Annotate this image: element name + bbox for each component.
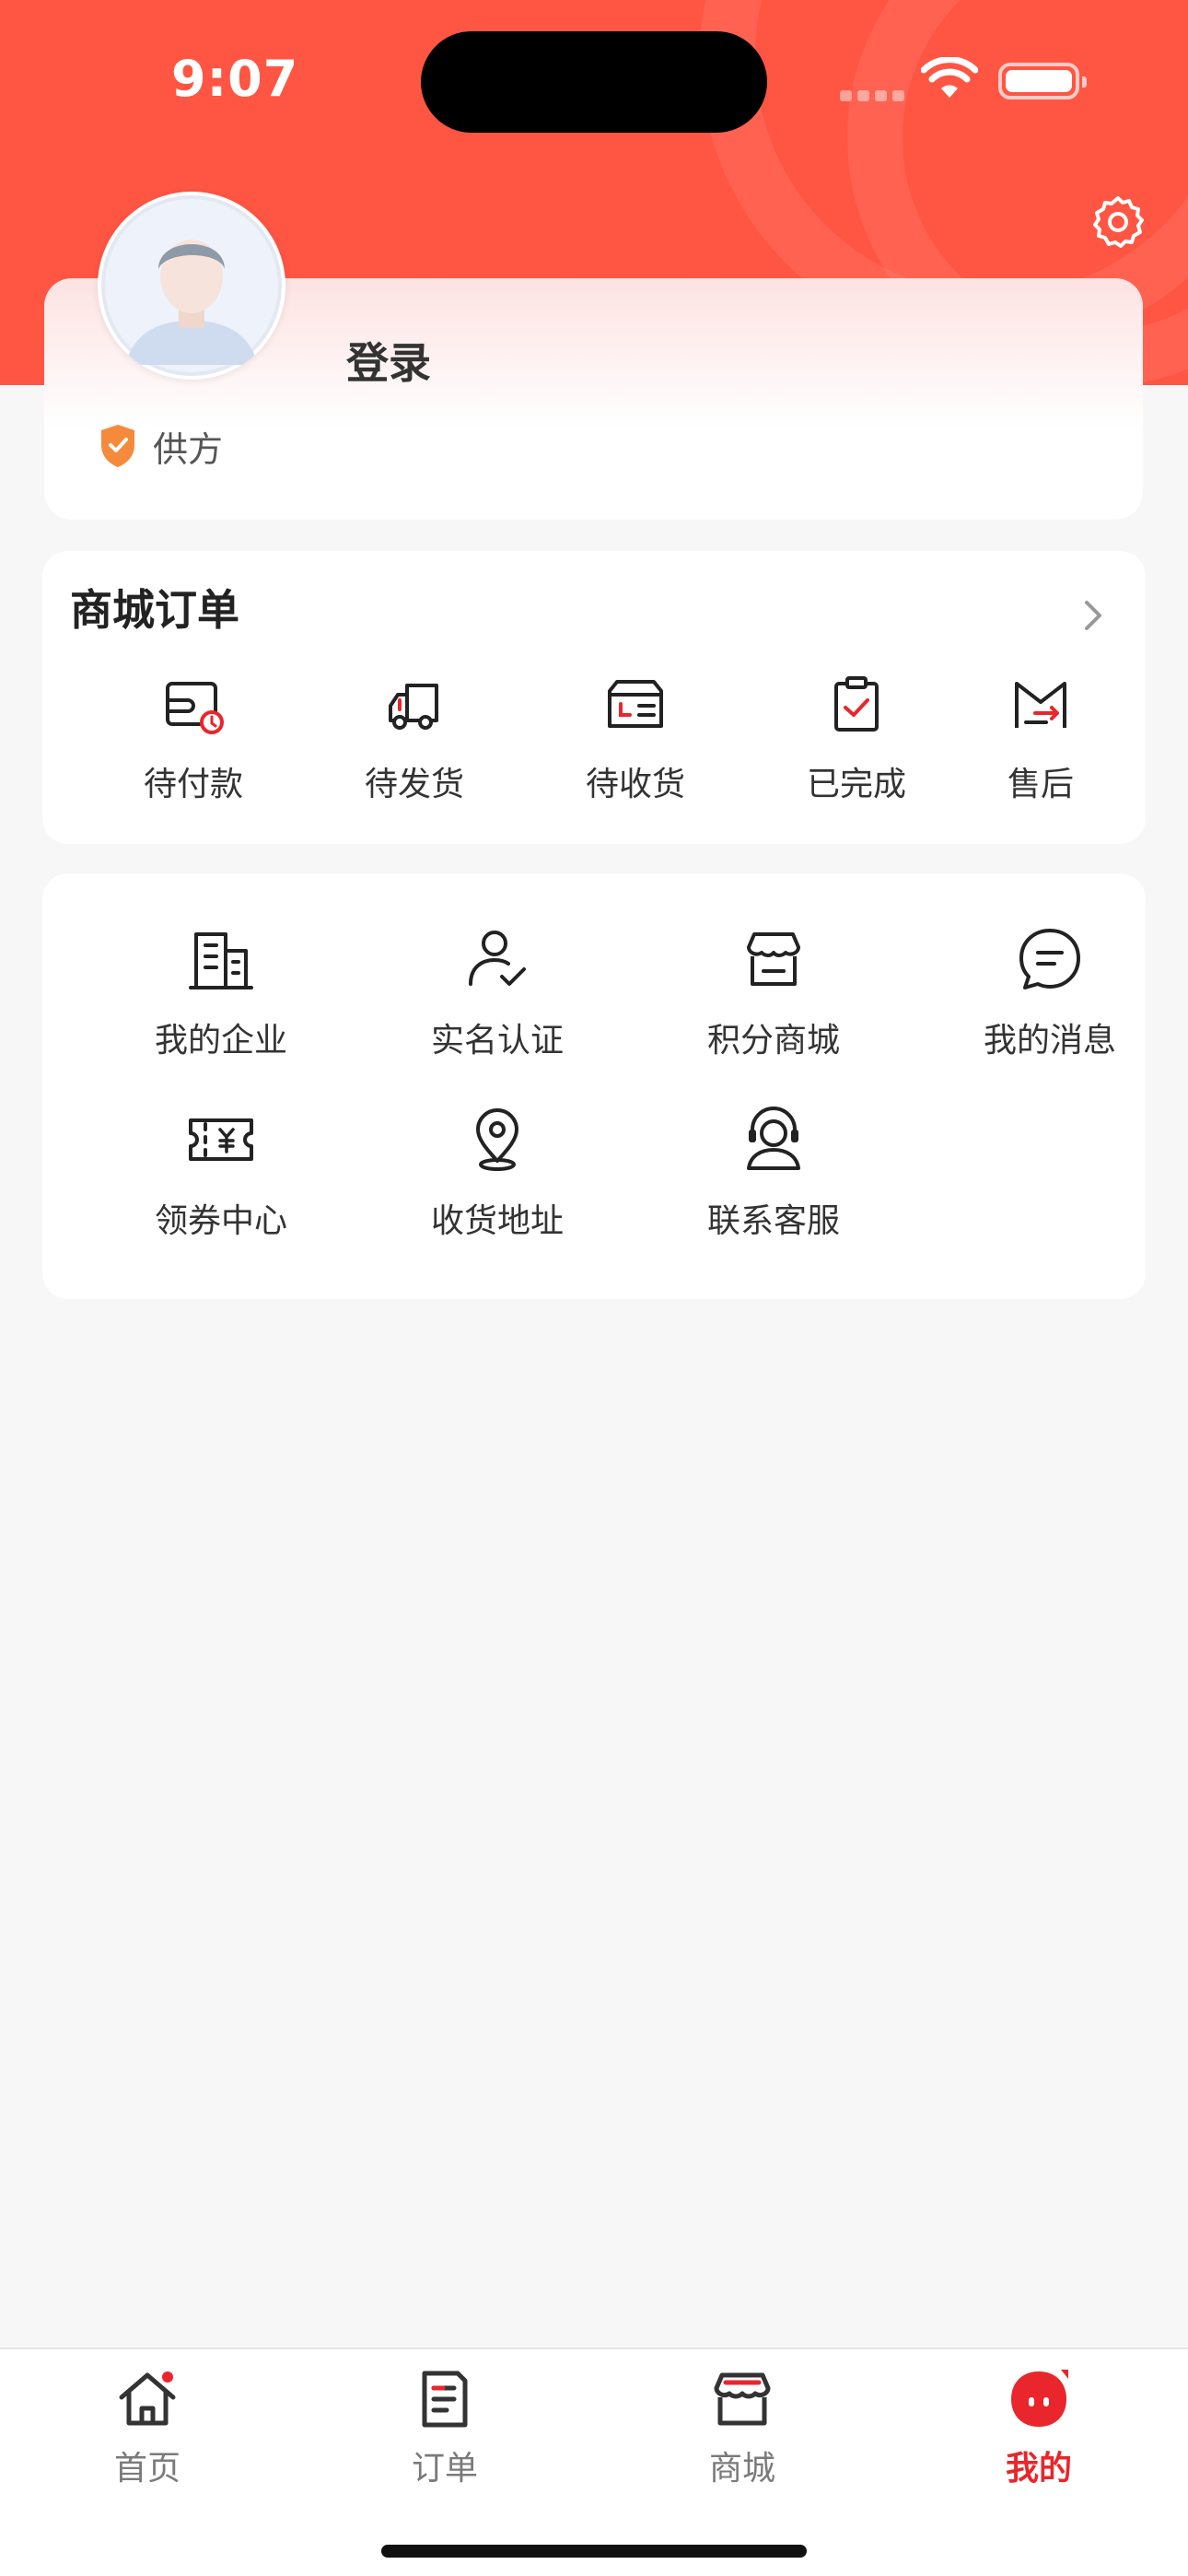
settings-gear-icon[interactable] <box>1089 193 1147 251</box>
order-completed[interactable]: 已完成 <box>746 673 967 820</box>
orders-title: 商城订单 <box>70 585 239 635</box>
login-link[interactable]: 登录 <box>346 330 431 391</box>
order-after-sales[interactable]: 售后 <box>967 673 1114 820</box>
avatar[interactable] <box>98 192 285 380</box>
default-avatar-icon <box>101 195 282 376</box>
shipping-address[interactable]: 收货地址 <box>359 1104 635 1260</box>
wifi-icon <box>921 57 978 98</box>
clipboard-check-icon <box>834 676 879 732</box>
tab-mine[interactable]: 我的 <box>947 2366 1131 2504</box>
refund-exchange-icon <box>1015 682 1066 728</box>
order-pending-payment[interactable]: 待付款 <box>83 673 304 820</box>
cellular-signal-icon <box>840 90 904 101</box>
my-enterprise[interactable]: 我的企业 <box>83 923 359 1080</box>
order-pending-receipt[interactable]: 待收货 <box>525 673 746 820</box>
profile-page: 9:07 登录 供方 商城订单 待付款 待发货 待收货 已完成 售后 我的企业 … <box>0 0 1188 2576</box>
shop-icon <box>714 2372 771 2426</box>
home-icon <box>119 2371 176 2426</box>
building-icon <box>189 932 253 989</box>
receive-box-icon <box>608 680 663 728</box>
tab-home[interactable]: 首页 <box>55 2366 239 2504</box>
real-name-verification[interactable]: 实名认证 <box>359 923 635 1080</box>
mall-orders-card: 商城订单 待付款 待发货 待收货 已完成 售后 <box>42 551 1146 844</box>
location-pin-icon <box>476 1108 518 1171</box>
coupon-center[interactable]: 领券中心 <box>83 1104 359 1260</box>
store-icon <box>747 932 800 986</box>
order-pending-shipment[interactable]: 待发货 <box>304 673 525 820</box>
battery-icon <box>998 63 1087 100</box>
status-time: 9:07 <box>171 50 299 108</box>
shield-check-icon <box>101 425 134 467</box>
role-badge: 供方 <box>98 420 223 472</box>
services-card: 我的企业 实名认证 积分商城 我的消息 领券中心 收货地址 联系客服 <box>42 873 1146 1299</box>
message-bubble-icon <box>1019 929 1080 989</box>
tab-mall[interactable]: 商城 <box>650 2366 834 2504</box>
user-verified-icon <box>469 931 526 986</box>
profile-bubble-icon <box>1011 2370 1068 2427</box>
bottom-tab-bar: 首页 订单 商城 我的 <box>0 2348 1188 2576</box>
points-mall[interactable]: 积分商城 <box>635 923 912 1080</box>
my-messages[interactable]: 我的消息 <box>912 923 1188 1080</box>
role-label: 供方 <box>153 428 224 470</box>
contact-customer-service[interactable]: 联系客服 <box>635 1104 912 1260</box>
dynamic-island <box>421 31 767 133</box>
order-doc-icon <box>422 2371 468 2428</box>
tab-orders[interactable]: 订单 <box>353 2366 537 2504</box>
home-indicator <box>381 2545 807 2558</box>
wallet-clock-icon <box>166 682 224 734</box>
delivery-truck-icon <box>389 684 438 730</box>
chevron-right-icon[interactable] <box>1076 588 1112 643</box>
coupon-ticket-icon <box>189 1118 253 1161</box>
customer-service-icon <box>747 1107 800 1170</box>
